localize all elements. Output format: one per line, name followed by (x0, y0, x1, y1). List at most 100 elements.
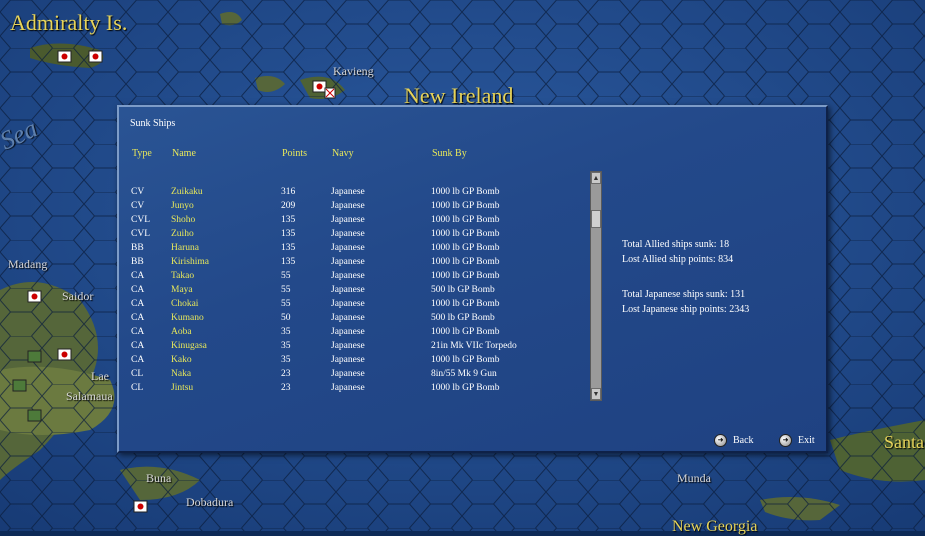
ship-points: 35 (281, 341, 291, 351)
allied-ships-sunk: Total Allied ships sunk: 18 (622, 239, 730, 250)
ship-sunk-by: 1000 lb GP Bomb (431, 201, 500, 211)
ship-type: CA (131, 271, 145, 281)
ship-name: Kirishima (171, 257, 209, 267)
ship-navy: Japanese (331, 327, 365, 337)
exit-button-label: Exit (798, 435, 815, 446)
ship-sunk-by: 1000 lb GP Bomb (431, 355, 500, 365)
ship-row[interactable]: CA Aoba 35 Japanese 1000 lb GP Bomb (131, 325, 571, 339)
header-points: Points (282, 148, 308, 159)
map-label-kavieng: Kavieng (333, 64, 374, 78)
ship-row[interactable]: BB Haruna 135 Japanese 1000 lb GP Bomb (131, 241, 571, 255)
ship-points: 55 (281, 271, 291, 281)
ship-name: Kako (171, 355, 192, 365)
ship-name: Maya (171, 285, 193, 295)
ship-type: CA (131, 299, 145, 309)
ship-row[interactable]: BB Kirishima 135 Japanese 1000 lb GP Bomb (131, 255, 571, 269)
ship-navy: Japanese (331, 355, 365, 365)
ship-row[interactable]: CVL Zuiho 135 Japanese 1000 lb GP Bomb (131, 227, 571, 241)
ship-row[interactable]: CA Maya 55 Japanese 500 lb GP Bomb (131, 283, 571, 297)
ship-sunk-by: 1000 lb GP Bomb (431, 215, 500, 225)
ship-name: Kumano (171, 313, 204, 323)
map-label-santa: Santa (884, 432, 924, 452)
ship-points: 135 (281, 229, 296, 239)
map-label-buna: Buna (146, 471, 172, 485)
header-sunk-by: Sunk By (432, 148, 467, 159)
ship-sunk-by: 500 lb GP Bomb (431, 313, 495, 323)
ship-name: Kinugasa (171, 341, 207, 351)
japanese-ship-points: Lost Japanese ship points: 2343 (622, 304, 750, 315)
ship-name: Junyo (171, 201, 194, 211)
ship-type: CVL (131, 215, 150, 225)
ship-row[interactable]: CA Chokai 55 Japanese 1000 lb GP Bomb (131, 297, 571, 311)
ship-points: 209 (281, 201, 296, 211)
ship-sunk-by: 1000 lb GP Bomb (431, 243, 500, 253)
ship-type: CA (131, 327, 145, 337)
sunk-stats: Total Allied ships sunk: 18 Lost Allied … (622, 237, 749, 317)
ship-type: CV (131, 201, 145, 211)
ship-sunk-by: 8in/55 Mk 9 Gun (431, 369, 497, 379)
ship-row[interactable]: CA Takao 55 Japanese 1000 lb GP Bomb (131, 269, 571, 283)
ship-navy: Japanese (331, 299, 365, 309)
ship-name: Jintsu (171, 383, 194, 393)
map-label-admiralty: Admiralty Is. (10, 10, 128, 35)
panel-title: Sunk Ships (130, 118, 176, 129)
ship-points: 50 (281, 313, 291, 323)
header-type: Type (132, 148, 152, 159)
allied-ship-points: Lost Allied ship points: 834 (622, 254, 734, 265)
ship-points: 55 (281, 299, 291, 309)
ship-name: Naka (171, 369, 192, 379)
ship-name: Chokai (171, 299, 199, 309)
ship-type: BB (131, 243, 144, 253)
scroll-down-arrow-icon[interactable]: ▼ (591, 388, 601, 400)
ship-sunk-by: 1000 lb GP Bomb (431, 257, 500, 267)
ship-navy: Japanese (331, 257, 365, 267)
back-button[interactable]: ➜ Back (714, 434, 754, 447)
ship-name: Aoba (171, 327, 192, 337)
ship-navy: Japanese (331, 369, 365, 379)
map-label-dobadura: Dobadura (186, 495, 234, 509)
ship-row[interactable]: CL Jintsu 23 Japanese 1000 lb GP Bomb (131, 381, 571, 395)
ship-row[interactable]: CL Naka 23 Japanese 8in/55 Mk 9 Gun (131, 367, 571, 381)
ship-navy: Japanese (331, 313, 365, 323)
scroll-up-arrow-icon[interactable]: ▲ (591, 172, 601, 184)
ship-type: BB (131, 257, 144, 267)
ship-row[interactable]: CA Kako 35 Japanese 1000 lb GP Bomb (131, 353, 571, 367)
ship-name: Zuiho (171, 229, 194, 239)
ship-row[interactable]: CVL Shoho 135 Japanese 1000 lb GP Bomb (131, 213, 571, 227)
ship-name: Haruna (171, 243, 199, 253)
ship-type: CV (131, 187, 145, 197)
ship-navy: Japanese (331, 285, 365, 295)
map-label-new-georgia: New Georgia (672, 518, 758, 535)
ship-type: CL (131, 369, 144, 379)
ship-points: 135 (281, 215, 296, 225)
ship-sunk-by: 500 lb GP Bomb (431, 285, 495, 295)
ship-row[interactable]: CA Kinugasa 35 Japanese 21in Mk VIIc Torpedo (131, 339, 571, 353)
ship-navy: Japanese (331, 229, 365, 239)
ship-points: 135 (281, 243, 296, 253)
ship-navy: Japanese (331, 215, 365, 225)
header-navy: Navy (332, 148, 354, 159)
ship-row[interactable]: CV Junyo 209 Japanese 1000 lb GP Bomb (131, 199, 571, 213)
ship-sunk-by: 1000 lb GP Bomb (431, 271, 500, 281)
map-label-madang: Madang (8, 257, 48, 271)
ship-name: Takao (171, 271, 195, 281)
back-arrow-icon: ➜ (714, 434, 727, 447)
ship-type: CVL (131, 229, 150, 239)
ship-points: 55 (281, 285, 291, 295)
ship-type: CA (131, 355, 145, 365)
ship-navy: Japanese (331, 271, 365, 281)
exit-button[interactable]: ➜ Exit (779, 434, 815, 447)
ship-name: Zuikaku (171, 187, 203, 197)
ship-points: 35 (281, 327, 291, 337)
ship-type: CA (131, 341, 145, 351)
ship-type: CA (131, 313, 145, 323)
ship-row[interactable]: CA Kumano 50 Japanese 500 lb GP Bomb (131, 311, 571, 325)
list-scrollbar[interactable]: ▲ ▼ (590, 171, 602, 401)
ship-sunk-by: 1000 lb GP Bomb (431, 383, 500, 393)
ship-row[interactable]: CV Zuikaku 316 Japanese 1000 lb GP Bomb (131, 185, 571, 199)
ship-type: CA (131, 285, 145, 295)
japanese-ships-sunk: Total Japanese ships sunk: 131 (622, 289, 746, 300)
ship-name: Shoho (171, 215, 196, 225)
scroll-thumb[interactable] (591, 210, 601, 228)
exit-arrow-icon: ➜ (779, 434, 792, 447)
